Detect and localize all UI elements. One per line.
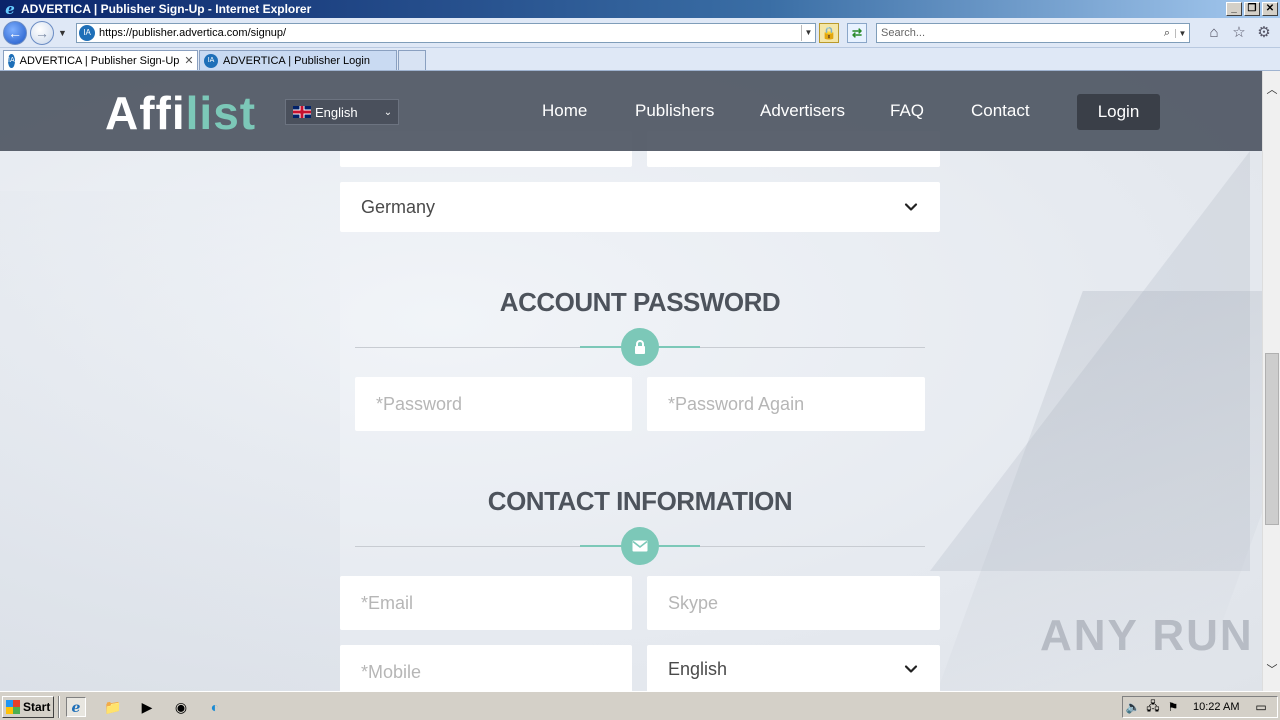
anyrun-watermark: ANY RUN	[1040, 611, 1254, 660]
tab-favicon-icon: IA	[204, 53, 218, 68]
password-placeholder: *Password	[376, 393, 463, 414]
taskbar-separator	[58, 696, 60, 718]
scroll-down-icon[interactable]: ﹀	[1263, 661, 1280, 679]
history-dropdown-icon[interactable]: ▼	[58, 28, 67, 38]
browser-toolbar: ← → ▼ IA https://publisher.advertica.com…	[0, 18, 1280, 48]
clock[interactable]: 10:22 AM	[1193, 701, 1251, 713]
mobile-input[interactable]: *Mobile	[340, 645, 632, 691]
window-titlebar: e ADVERTICA | Publisher Sign-Up - Intern…	[0, 0, 1280, 18]
site-header: Affilist English ⌄ Home Publishers Adver…	[0, 71, 1262, 151]
scroll-up-icon[interactable]: ︿	[1263, 81, 1280, 99]
logo-text-part1: Affi	[105, 87, 186, 139]
minimize-button[interactable]: _	[1226, 2, 1242, 16]
mobile-placeholder: *Mobile	[361, 661, 422, 682]
search-input[interactable]: Search... ⌕ ▼	[876, 23, 1190, 43]
search-icon[interactable]: ⌕	[1159, 27, 1175, 40]
language-label: English	[315, 104, 358, 120]
country-value: Germany	[361, 196, 436, 217]
media-player-icon[interactable]: ▶	[137, 697, 157, 717]
email-placeholder: *Email	[361, 592, 414, 613]
language-dropdown[interactable]: English ⌄	[285, 99, 399, 125]
security-lock-icon[interactable]: 🔒	[819, 23, 839, 43]
volume-icon[interactable]: 🔈	[1123, 700, 1143, 714]
uk-flag-icon	[293, 106, 311, 118]
window-title: ADVERTICA | Publisher Sign-Up - Internet…	[21, 2, 312, 16]
site-logo[interactable]: Affilist	[105, 86, 256, 140]
home-icon[interactable]: ⌂	[1205, 24, 1223, 42]
skype-placeholder: Skype	[668, 592, 719, 613]
address-bar[interactable]: IA https://publisher.advertica.com/signu…	[76, 23, 816, 43]
page-viewport: Germany ACCOUNT PASSWORD *Password *Pass…	[0, 71, 1262, 691]
system-tray: 🔈 🖧 ⚑ 10:22 AM ▭	[1122, 696, 1278, 718]
flag-icon[interactable]: ⚑	[1163, 700, 1183, 714]
chevron-down-icon	[904, 665, 918, 673]
nav-home[interactable]: Home	[542, 101, 587, 121]
search-dropdown-icon[interactable]: ▼	[1175, 28, 1189, 38]
forward-button[interactable]: →	[30, 21, 54, 45]
site-favicon-icon: IA	[79, 25, 95, 41]
network-icon[interactable]: 🖧	[1143, 697, 1163, 718]
search-placeholder: Search...	[881, 27, 926, 39]
edge-icon[interactable]: ◐	[205, 697, 225, 717]
password-again-placeholder: *Password Again	[668, 393, 805, 414]
password-section-title: ACCOUNT PASSWORD	[499, 287, 781, 317]
contact-section-title: CONTACT INFORMATION	[487, 486, 793, 516]
ie-taskbar-icon[interactable]: e	[66, 697, 86, 717]
explorer-folder-icon[interactable]: 📁	[103, 697, 123, 717]
chevron-down-icon	[904, 203, 918, 211]
chrome-icon[interactable]: ◉	[171, 697, 191, 717]
start-label: Start	[23, 700, 51, 714]
settings-gear-icon[interactable]: ⚙	[1255, 24, 1273, 42]
tab-favicon-icon: IA	[8, 53, 15, 68]
tab-publisher-signup[interactable]: IA ADVERTICA | Publisher Sign-Up ✕	[3, 50, 198, 70]
close-window-button[interactable]: ✕	[1262, 2, 1278, 16]
nav-contact[interactable]: Contact	[971, 101, 1030, 121]
scroll-thumb[interactable]	[1265, 353, 1279, 525]
login-button[interactable]: Login	[1077, 94, 1160, 130]
address-text[interactable]: https://publisher.advertica.com/signup/	[99, 27, 801, 39]
new-tab-button[interactable]	[398, 50, 426, 70]
page-scrollbar[interactable]: ︿ ﹀	[1262, 71, 1280, 691]
background-facet	[0, 191, 340, 691]
arrow-left-icon: ←	[8, 25, 22, 41]
ie-logo-icon: e	[5, 0, 15, 18]
lock-icon	[621, 328, 659, 366]
country-select[interactable]: Germany	[340, 182, 940, 232]
windows-logo-icon	[6, 700, 20, 714]
close-tab-icon[interactable]: ✕	[184, 54, 193, 67]
windows-taskbar: Start e 📁 ▶ ◉ ◐ 🔈 🖧 ⚑ 10:22 AM ▭	[0, 691, 1280, 720]
logo-text-part2: list	[185, 87, 257, 139]
address-dropdown-icon[interactable]: ▼	[801, 25, 815, 41]
tab-label: ADVERTICA | Publisher Sign-Up	[19, 54, 180, 67]
start-button[interactable]: Start	[2, 696, 54, 718]
tab-strip: IA ADVERTICA | Publisher Sign-Up ✕ IA AD…	[0, 48, 1280, 71]
language-select[interactable]: English	[647, 645, 940, 691]
favorites-star-icon[interactable]: ☆	[1230, 24, 1248, 42]
tab-publisher-login[interactable]: IA ADVERTICA | Publisher Login	[199, 50, 397, 70]
restore-button[interactable]: ❐	[1244, 2, 1260, 16]
skype-input[interactable]: Skype	[647, 576, 940, 630]
tab-label: ADVERTICA | Publisher Login	[223, 54, 370, 67]
email-input[interactable]: *Email	[340, 576, 632, 630]
password-again-input[interactable]: *Password Again	[647, 377, 925, 431]
back-button[interactable]: ←	[3, 21, 27, 45]
refresh-icon[interactable]: ⇄	[847, 23, 867, 43]
nav-publishers[interactable]: Publishers	[635, 101, 714, 121]
envelope-icon	[621, 527, 659, 565]
nav-faq[interactable]: FAQ	[890, 101, 924, 121]
nav-advertisers[interactable]: Advertisers	[760, 101, 845, 121]
password-input[interactable]: *Password	[355, 377, 632, 431]
arrow-right-icon: →	[35, 25, 49, 41]
language-value: English	[668, 658, 728, 679]
chevron-down-icon: ⌄	[383, 106, 393, 118]
show-desktop-icon[interactable]: ▭	[1251, 700, 1271, 714]
